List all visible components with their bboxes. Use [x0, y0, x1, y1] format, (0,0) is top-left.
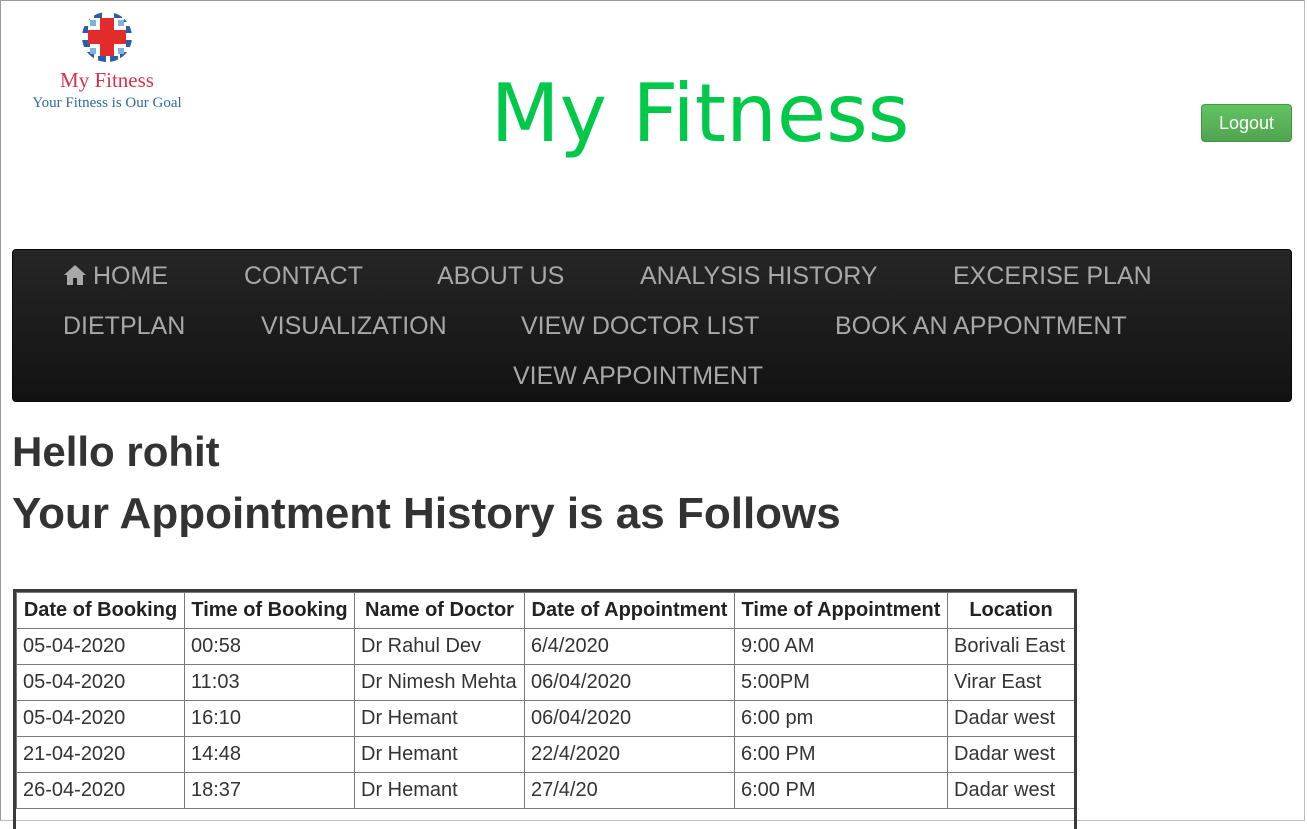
- cell-location: Dadar west: [947, 700, 1074, 737]
- logo-title: My Fitness: [60, 68, 154, 92]
- cell-location: Dadar west: [947, 736, 1074, 773]
- cell-name-of-doctor: Dr Nimesh Mehta: [354, 664, 525, 701]
- nav-item-home[interactable]: HOME: [63, 261, 168, 291]
- cell-name-of-doctor: Dr Hemant: [354, 736, 525, 773]
- main-navbar: HOME CONTACT ABOUT US ANALYSIS HISTORY E…: [12, 249, 1292, 402]
- column-header-time-of-booking: Time of Booking: [184, 592, 355, 629]
- cell-location: Virar East: [947, 664, 1074, 701]
- nav-item-visualization[interactable]: VISUALIZATION: [261, 311, 447, 341]
- greeting-heading: Hello rohit: [12, 428, 220, 475]
- site-title: My Fitness: [490, 67, 910, 160]
- nav-item-view-appointment[interactable]: VIEW APPOINTMENT: [513, 361, 763, 391]
- nav-item-analysis-history[interactable]: ANALYSIS HISTORY: [640, 261, 878, 291]
- column-header-location: Location: [947, 592, 1074, 629]
- logo-tagline: Your Fitness is Our Goal: [32, 95, 182, 111]
- cell-time-of-appointment: 6:00 PM: [734, 736, 948, 773]
- column-header-time-of-appointment: Time of Appointment: [734, 592, 948, 629]
- table-row: 05-04-2020 16:10 Dr Hemant 06/04/2020 6:…: [16, 700, 1074, 737]
- cell-date-of-booking: 05-04-2020: [16, 628, 185, 665]
- cell-date-of-booking: 21-04-2020: [16, 736, 185, 773]
- cell-time-of-appointment: 6:00 pm: [734, 700, 948, 737]
- cell-time-of-booking: 14:48: [184, 736, 355, 773]
- cell-date-of-appointment: 6/4/2020: [524, 628, 735, 665]
- cell-time-of-booking: 00:58: [184, 628, 355, 665]
- cell-time-of-booking: 11:03: [184, 664, 355, 701]
- medical-cross-globe-icon: [82, 12, 132, 62]
- cell-date-of-appointment: 22/4/2020: [524, 736, 735, 773]
- nav-item-dietplan[interactable]: DIETPLAN: [63, 311, 185, 341]
- appointment-history-table: Date of Booking Time of Booking Name of …: [16, 592, 1074, 809]
- table-row: 21-04-2020 14:48 Dr Hemant 22/4/2020 6:0…: [16, 736, 1074, 773]
- cell-date-of-appointment: 06/04/2020: [524, 664, 735, 701]
- logout-button[interactable]: Logout: [1201, 104, 1292, 142]
- table-header-row: Date of Booking Time of Booking Name of …: [16, 592, 1074, 629]
- home-icon: [64, 265, 86, 285]
- cell-time-of-appointment: 5:00PM: [734, 664, 948, 701]
- column-header-date-of-appointment: Date of Appointment: [524, 592, 735, 629]
- table-row: 26-04-2020 18:37 Dr Hemant 27/4/20 6:00 …: [16, 772, 1074, 809]
- table-row: 05-04-2020 00:58 Dr Rahul Dev 6/4/2020 9…: [16, 628, 1074, 665]
- cell-time-of-booking: 16:10: [184, 700, 355, 737]
- cell-name-of-doctor: Dr Rahul Dev: [354, 628, 525, 665]
- nav-item-exercise-plan[interactable]: EXCERISE PLAN: [953, 261, 1152, 291]
- site-logo[interactable]: My Fitness Your Fitness is Our Goal: [14, 10, 200, 114]
- cell-date-of-booking: 26-04-2020: [16, 772, 185, 809]
- cell-location: Dadar west: [947, 772, 1074, 809]
- appointment-history-table-container: Date of Booking Time of Booking Name of …: [13, 589, 1077, 829]
- column-header-date-of-booking: Date of Booking: [16, 592, 185, 629]
- cell-date-of-booking: 05-04-2020: [16, 700, 185, 737]
- nav-item-about-us[interactable]: ABOUT US: [437, 261, 564, 291]
- nav-item-contact[interactable]: CONTACT: [244, 261, 363, 291]
- column-header-name-of-doctor: Name of Doctor: [354, 592, 525, 629]
- cell-time-of-appointment: 6:00 PM: [734, 772, 948, 809]
- nav-item-label: HOME: [93, 262, 168, 290]
- cell-name-of-doctor: Dr Hemant: [354, 772, 525, 809]
- page-title: Your Appointment History is as Follows: [12, 489, 841, 538]
- table-row: 05-04-2020 11:03 Dr Nimesh Mehta 06/04/2…: [16, 664, 1074, 701]
- cell-date-of-appointment: 06/04/2020: [524, 700, 735, 737]
- cell-date-of-appointment: 27/4/20: [524, 772, 735, 809]
- cell-date-of-booking: 05-04-2020: [16, 664, 185, 701]
- cell-location: Borivali East: [947, 628, 1074, 665]
- cell-name-of-doctor: Dr Hemant: [354, 700, 525, 737]
- nav-item-book-appointment[interactable]: BOOK AN APPONTMENT: [835, 311, 1127, 341]
- cell-time-of-booking: 18:37: [184, 772, 355, 809]
- nav-item-view-doctor-list[interactable]: VIEW DOCTOR LIST: [521, 311, 759, 341]
- cell-time-of-appointment: 9:00 AM: [734, 628, 948, 665]
